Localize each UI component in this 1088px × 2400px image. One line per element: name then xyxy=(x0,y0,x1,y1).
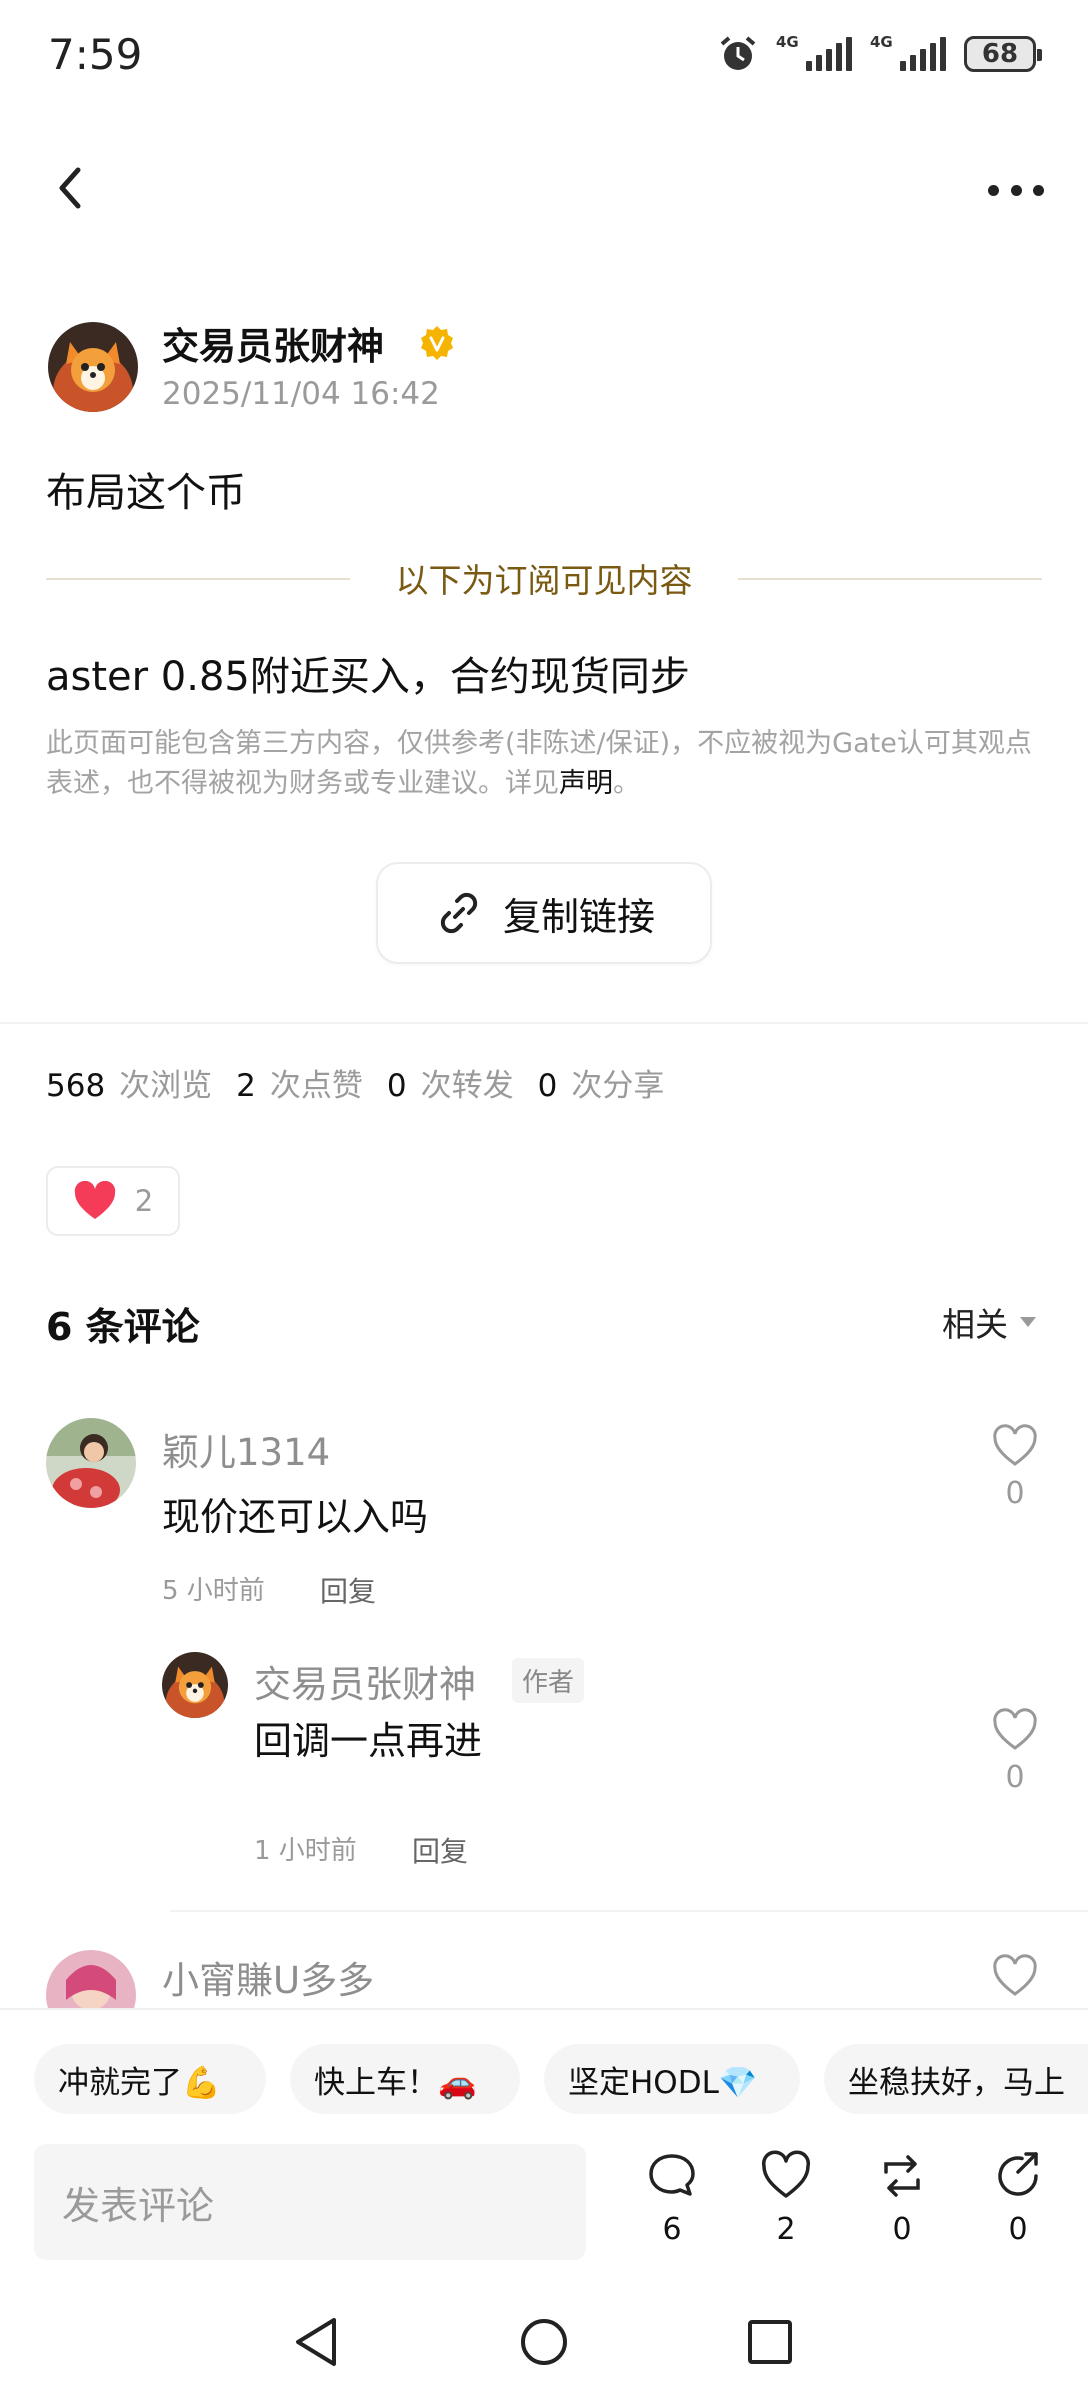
commenter-name[interactable]: 颖儿1314 xyxy=(162,1422,330,1476)
back-icon[interactable] xyxy=(48,160,94,216)
comment-text: 现价还可以入吗 xyxy=(162,1495,429,1539)
commenter-name[interactable]: 小甯賺U多多 xyxy=(162,1950,374,2004)
reposts-label: 次转发 xyxy=(420,1068,514,1104)
network-label: 4G xyxy=(776,33,799,51)
views-label: 次浏览 xyxy=(119,1068,213,1104)
post-timestamp: 2025/11/04 16:42 xyxy=(162,376,440,412)
like-action[interactable]: 2 xyxy=(750,2150,822,2247)
signal-icon: 4G xyxy=(870,33,946,71)
comment-action[interactable]: 6 xyxy=(636,2150,708,2247)
reply-author-avatar[interactable] xyxy=(162,1652,228,1718)
comment-like-count: 0 xyxy=(1005,1476,1025,1511)
shares-count: 0 xyxy=(537,1068,558,1104)
status-time: 7:59 xyxy=(48,30,143,79)
heart-icon xyxy=(74,1181,115,1219)
copy-link-button[interactable]: 复制链接 xyxy=(376,862,712,964)
quick-reply-chip[interactable]: 坐稳扶好，马上 xyxy=(824,2044,1088,2114)
likes-count: 2 xyxy=(236,1068,256,1104)
battery-level: 68 xyxy=(981,39,1019,69)
subscriber-divider-label: 以下为订阅可见内容 xyxy=(395,561,693,600)
more-options-icon[interactable] xyxy=(988,170,1044,210)
quick-reply-chip[interactable]: 快上车！🚗 xyxy=(290,2044,520,2114)
comment-icon xyxy=(649,2154,695,2196)
signal-icon: 4G xyxy=(776,33,852,71)
comment-input[interactable]: 发表评论 xyxy=(34,2144,586,2260)
reply-like-count: 0 xyxy=(1005,1760,1025,1795)
reaction-button[interactable]: 2 xyxy=(46,1166,180,1236)
like-action-count: 2 xyxy=(776,2212,796,2247)
chevron-down-icon xyxy=(1020,1317,1036,1327)
author-avatar[interactable] xyxy=(48,322,138,412)
reply-time: 1 小时前 xyxy=(254,1836,357,1866)
verified-badge-icon xyxy=(421,326,453,360)
commenter-avatar[interactable] xyxy=(46,1418,136,1508)
comments-sort-select[interactable]: 相关 xyxy=(942,1298,1036,1346)
system-nav-bar xyxy=(0,2290,1088,2400)
author-name[interactable]: 交易员张财神 xyxy=(162,316,384,370)
disclaimer-text: 此页面可能包含第三方内容，仅供参考(非陈述/保证)，不应被视为Gate认可其观点… xyxy=(46,728,1032,799)
heart-icon xyxy=(761,2150,811,2198)
comment-divider xyxy=(170,1910,1088,1912)
quick-reply-chip[interactable]: 坚定HODL💎 xyxy=(544,2044,800,2114)
nav-home-icon[interactable] xyxy=(518,2314,570,2370)
comment-time: 5 小时前 xyxy=(162,1576,265,1606)
repost-action-count: 0 xyxy=(892,2212,912,2247)
reply-button[interactable]: 回复 xyxy=(320,1570,376,1610)
heart-outline-icon[interactable] xyxy=(991,1424,1039,1468)
disclaimer-link[interactable]: 声明 xyxy=(559,768,613,799)
sort-label: 相关 xyxy=(942,1305,1008,1344)
nav-recents-icon[interactable] xyxy=(744,2314,796,2370)
post-stats: 568 次浏览 2 次点赞 0 次转发 0 次分享 xyxy=(46,1060,688,1105)
repost-action[interactable]: 0 xyxy=(866,2150,938,2247)
comment-action-count: 6 xyxy=(662,2212,682,2247)
premium-content: aster 0.85附近买入，合约现货同步 xyxy=(46,654,690,700)
comments-title: 6 条评论 xyxy=(46,1305,200,1349)
reply-author-name[interactable]: 交易员张财神 xyxy=(254,1654,476,1708)
alarm-icon xyxy=(720,36,756,70)
author-tag: 作者 xyxy=(512,1658,585,1703)
reaction-count: 2 xyxy=(134,1184,154,1218)
quick-reply-chip[interactable]: 冲就完了💪 xyxy=(34,2044,266,2114)
comment-input-placeholder: 发表评论 xyxy=(62,2183,215,2228)
status-icons: 4G 4G 68 xyxy=(718,33,1042,74)
share-action[interactable]: 0 xyxy=(982,2150,1054,2247)
section-divider xyxy=(0,1022,1088,1024)
shares-label: 次分享 xyxy=(571,1068,665,1104)
reply-button[interactable]: 回复 xyxy=(412,1830,468,1870)
views-count: 568 xyxy=(46,1068,106,1104)
disclaimer: 此页面可能包含第三方内容，仅供参考(非陈述/保证)，不应被视为Gate认可其观点… xyxy=(46,724,1046,804)
nav-back-icon[interactable] xyxy=(290,2314,342,2370)
disclaimer-end: 。 xyxy=(613,768,640,799)
status-bar: 7:59 4G 4G 68 xyxy=(0,0,1088,110)
reply-text: 回调一点再进 xyxy=(254,1719,483,1763)
post-text: 布局这个币 xyxy=(46,470,246,516)
heart-outline-icon[interactable] xyxy=(991,1708,1039,1752)
heart-outline-icon[interactable] xyxy=(991,1954,1039,1998)
repost-icon xyxy=(884,2155,920,2197)
network-label: 4G xyxy=(870,33,893,51)
likes-label: 次点赞 xyxy=(269,1068,363,1104)
link-icon xyxy=(440,892,478,934)
reposts-count: 0 xyxy=(386,1068,407,1104)
copy-link-label: 复制链接 xyxy=(502,894,655,939)
battery-icon: 68 xyxy=(964,36,1042,72)
share-icon xyxy=(998,2152,1038,2196)
share-action-count: 0 xyxy=(1008,2212,1028,2247)
